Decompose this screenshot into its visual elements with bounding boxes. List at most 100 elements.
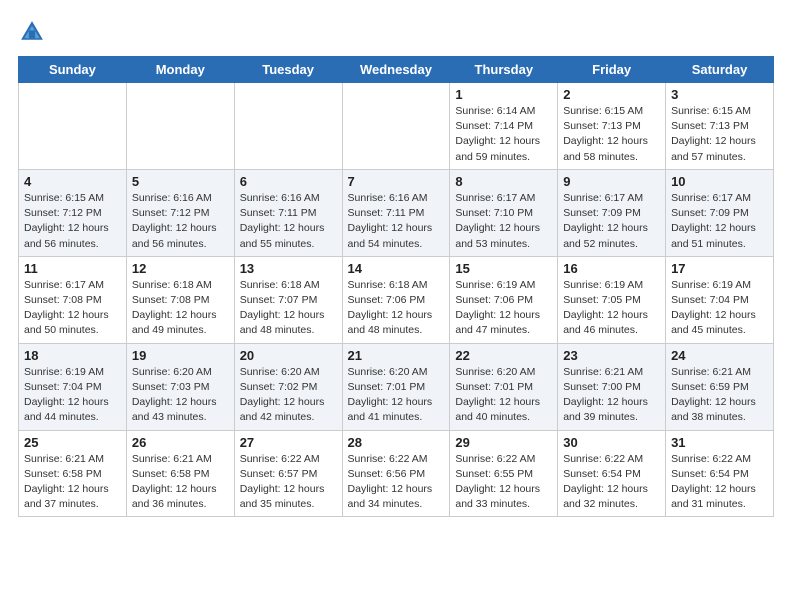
calendar-cell: 27 Sunrise: 6:22 AM Sunset: 6:57 PM Dayli… xyxy=(234,430,342,517)
day-number: 31 xyxy=(671,435,768,450)
day-number: 17 xyxy=(671,261,768,276)
calendar-header-friday: Friday xyxy=(558,57,666,83)
calendar-cell: 19Sunrise: 6:20 AM Sunset: 7:03 PM Dayli… xyxy=(126,343,234,430)
calendar-cell: 29 Sunrise: 6:22 AM Sunset: 6:55 PM Dayli… xyxy=(450,430,558,517)
calendar-cell: 20Sunrise: 6:20 AM Sunset: 7:02 PM Dayli… xyxy=(234,343,342,430)
calendar-cell: 1Sunrise: 6:14 AM Sunset: 7:14 PM Daylig… xyxy=(450,83,558,170)
day-number: 5 xyxy=(132,174,229,189)
calendar-cell xyxy=(342,83,450,170)
calendar-header-tuesday: Tuesday xyxy=(234,57,342,83)
day-info: Sunrise: 6:18 AM Sunset: 7:08 PM Dayligh… xyxy=(132,278,229,339)
calendar-week-row: 1Sunrise: 6:14 AM Sunset: 7:14 PM Daylig… xyxy=(19,83,774,170)
day-number: 28 xyxy=(348,435,445,450)
day-info: Sunrise: 6:15 AM Sunset: 7:13 PM Dayligh… xyxy=(563,104,660,165)
calendar-header-thursday: Thursday xyxy=(450,57,558,83)
calendar-cell: 17 Sunrise: 6:19 AM Sunset: 7:04 PM Dayli… xyxy=(666,256,774,343)
calendar-week-row: 11 Sunrise: 6:17 AM Sunset: 7:08 PM Dayli… xyxy=(19,256,774,343)
calendar-cell: 18Sunrise: 6:19 AM Sunset: 7:04 PM Dayli… xyxy=(19,343,127,430)
day-info: Sunrise: 6:22 AM Sunset: 6:56 PM Dayligh… xyxy=(348,452,445,513)
logo xyxy=(18,18,48,46)
day-info: Sunrise: 6:15 AM Sunset: 7:12 PM Dayligh… xyxy=(24,191,121,252)
day-info: Sunrise: 6:17 AM Sunset: 7:08 PM Dayligh… xyxy=(24,278,121,339)
logo-icon xyxy=(18,18,46,46)
calendar-cell: 5 Sunrise: 6:16 AM Sunset: 7:12 PM Daylig… xyxy=(126,169,234,256)
day-info: Sunrise: 6:16 AM Sunset: 7:11 PM Dayligh… xyxy=(348,191,445,252)
calendar-cell: 11 Sunrise: 6:17 AM Sunset: 7:08 PM Dayli… xyxy=(19,256,127,343)
day-number: 6 xyxy=(240,174,337,189)
day-info: Sunrise: 6:21 AM Sunset: 6:58 PM Dayligh… xyxy=(132,452,229,513)
day-info: Sunrise: 6:21 AM Sunset: 7:00 PM Dayligh… xyxy=(563,365,660,426)
day-info: Sunrise: 6:20 AM Sunset: 7:01 PM Dayligh… xyxy=(455,365,552,426)
page: SundayMondayTuesdayWednesdayThursdayFrid… xyxy=(0,0,792,527)
calendar-cell: 30 Sunrise: 6:22 AM Sunset: 6:54 PM Dayli… xyxy=(558,430,666,517)
calendar-cell: 24 Sunrise: 6:21 AM Sunset: 6:59 PM Dayli… xyxy=(666,343,774,430)
day-info: Sunrise: 6:20 AM Sunset: 7:03 PM Dayligh… xyxy=(132,365,229,426)
calendar-week-row: 18Sunrise: 6:19 AM Sunset: 7:04 PM Dayli… xyxy=(19,343,774,430)
day-info: Sunrise: 6:22 AM Sunset: 6:55 PM Dayligh… xyxy=(455,452,552,513)
day-number: 24 xyxy=(671,348,768,363)
day-info: Sunrise: 6:16 AM Sunset: 7:12 PM Dayligh… xyxy=(132,191,229,252)
calendar-cell xyxy=(19,83,127,170)
day-info: Sunrise: 6:22 AM Sunset: 6:54 PM Dayligh… xyxy=(671,452,768,513)
calendar-cell: 26 Sunrise: 6:21 AM Sunset: 6:58 PM Dayli… xyxy=(126,430,234,517)
day-number: 10 xyxy=(671,174,768,189)
day-number: 16 xyxy=(563,261,660,276)
calendar-cell: 10 Sunrise: 6:17 AM Sunset: 7:09 PM Dayli… xyxy=(666,169,774,256)
day-info: Sunrise: 6:18 AM Sunset: 7:07 PM Dayligh… xyxy=(240,278,337,339)
calendar-cell: 16 Sunrise: 6:19 AM Sunset: 7:05 PM Dayli… xyxy=(558,256,666,343)
day-info: Sunrise: 6:22 AM Sunset: 6:57 PM Dayligh… xyxy=(240,452,337,513)
day-number: 21 xyxy=(348,348,445,363)
day-info: Sunrise: 6:19 AM Sunset: 7:04 PM Dayligh… xyxy=(24,365,121,426)
calendar-cell: 28 Sunrise: 6:22 AM Sunset: 6:56 PM Dayli… xyxy=(342,430,450,517)
calendar-header-monday: Monday xyxy=(126,57,234,83)
calendar-cell xyxy=(126,83,234,170)
day-number: 8 xyxy=(455,174,552,189)
day-info: Sunrise: 6:21 AM Sunset: 6:59 PM Dayligh… xyxy=(671,365,768,426)
day-number: 1 xyxy=(455,87,552,102)
calendar-cell: 15Sunrise: 6:19 AM Sunset: 7:06 PM Dayli… xyxy=(450,256,558,343)
day-number: 29 xyxy=(455,435,552,450)
calendar-cell: 13 Sunrise: 6:18 AM Sunset: 7:07 PM Dayli… xyxy=(234,256,342,343)
calendar-week-row: 4 Sunrise: 6:15 AM Sunset: 7:12 PM Daylig… xyxy=(19,169,774,256)
calendar-cell: 14Sunrise: 6:18 AM Sunset: 7:06 PM Dayli… xyxy=(342,256,450,343)
day-info: Sunrise: 6:22 AM Sunset: 6:54 PM Dayligh… xyxy=(563,452,660,513)
day-number: 22 xyxy=(455,348,552,363)
calendar-cell: 22 Sunrise: 6:20 AM Sunset: 7:01 PM Dayli… xyxy=(450,343,558,430)
day-info: Sunrise: 6:17 AM Sunset: 7:10 PM Dayligh… xyxy=(455,191,552,252)
day-info: Sunrise: 6:21 AM Sunset: 6:58 PM Dayligh… xyxy=(24,452,121,513)
calendar-cell: 8 Sunrise: 6:17 AM Sunset: 7:10 PM Daylig… xyxy=(450,169,558,256)
calendar-cell: 2 Sunrise: 6:15 AM Sunset: 7:13 PM Daylig… xyxy=(558,83,666,170)
calendar-week-row: 25 Sunrise: 6:21 AM Sunset: 6:58 PM Dayli… xyxy=(19,430,774,517)
calendar-cell: 21 Sunrise: 6:20 AM Sunset: 7:01 PM Dayli… xyxy=(342,343,450,430)
calendar-cell: 7Sunrise: 6:16 AM Sunset: 7:11 PM Daylig… xyxy=(342,169,450,256)
calendar-cell: 3 Sunrise: 6:15 AM Sunset: 7:13 PM Daylig… xyxy=(666,83,774,170)
day-number: 13 xyxy=(240,261,337,276)
day-info: Sunrise: 6:20 AM Sunset: 7:01 PM Dayligh… xyxy=(348,365,445,426)
day-number: 27 xyxy=(240,435,337,450)
calendar-cell: 12 Sunrise: 6:18 AM Sunset: 7:08 PM Dayli… xyxy=(126,256,234,343)
day-number: 4 xyxy=(24,174,121,189)
day-number: 12 xyxy=(132,261,229,276)
day-number: 23 xyxy=(563,348,660,363)
day-number: 26 xyxy=(132,435,229,450)
day-number: 3 xyxy=(671,87,768,102)
calendar-cell: 6 Sunrise: 6:16 AM Sunset: 7:11 PM Daylig… xyxy=(234,169,342,256)
day-info: Sunrise: 6:17 AM Sunset: 7:09 PM Dayligh… xyxy=(671,191,768,252)
day-info: Sunrise: 6:15 AM Sunset: 7:13 PM Dayligh… xyxy=(671,104,768,165)
day-number: 11 xyxy=(24,261,121,276)
day-info: Sunrise: 6:19 AM Sunset: 7:05 PM Dayligh… xyxy=(563,278,660,339)
calendar-cell: 31 Sunrise: 6:22 AM Sunset: 6:54 PM Dayli… xyxy=(666,430,774,517)
calendar-table: SundayMondayTuesdayWednesdayThursdayFrid… xyxy=(18,56,774,517)
calendar-header-wednesday: Wednesday xyxy=(342,57,450,83)
day-number: 25 xyxy=(24,435,121,450)
day-info: Sunrise: 6:16 AM Sunset: 7:11 PM Dayligh… xyxy=(240,191,337,252)
day-number: 9 xyxy=(563,174,660,189)
day-number: 15 xyxy=(455,261,552,276)
day-number: 14 xyxy=(348,261,445,276)
day-info: Sunrise: 6:17 AM Sunset: 7:09 PM Dayligh… xyxy=(563,191,660,252)
day-number: 2 xyxy=(563,87,660,102)
day-number: 30 xyxy=(563,435,660,450)
day-info: Sunrise: 6:20 AM Sunset: 7:02 PM Dayligh… xyxy=(240,365,337,426)
calendar-header-sunday: Sunday xyxy=(19,57,127,83)
day-info: Sunrise: 6:19 AM Sunset: 7:04 PM Dayligh… xyxy=(671,278,768,339)
